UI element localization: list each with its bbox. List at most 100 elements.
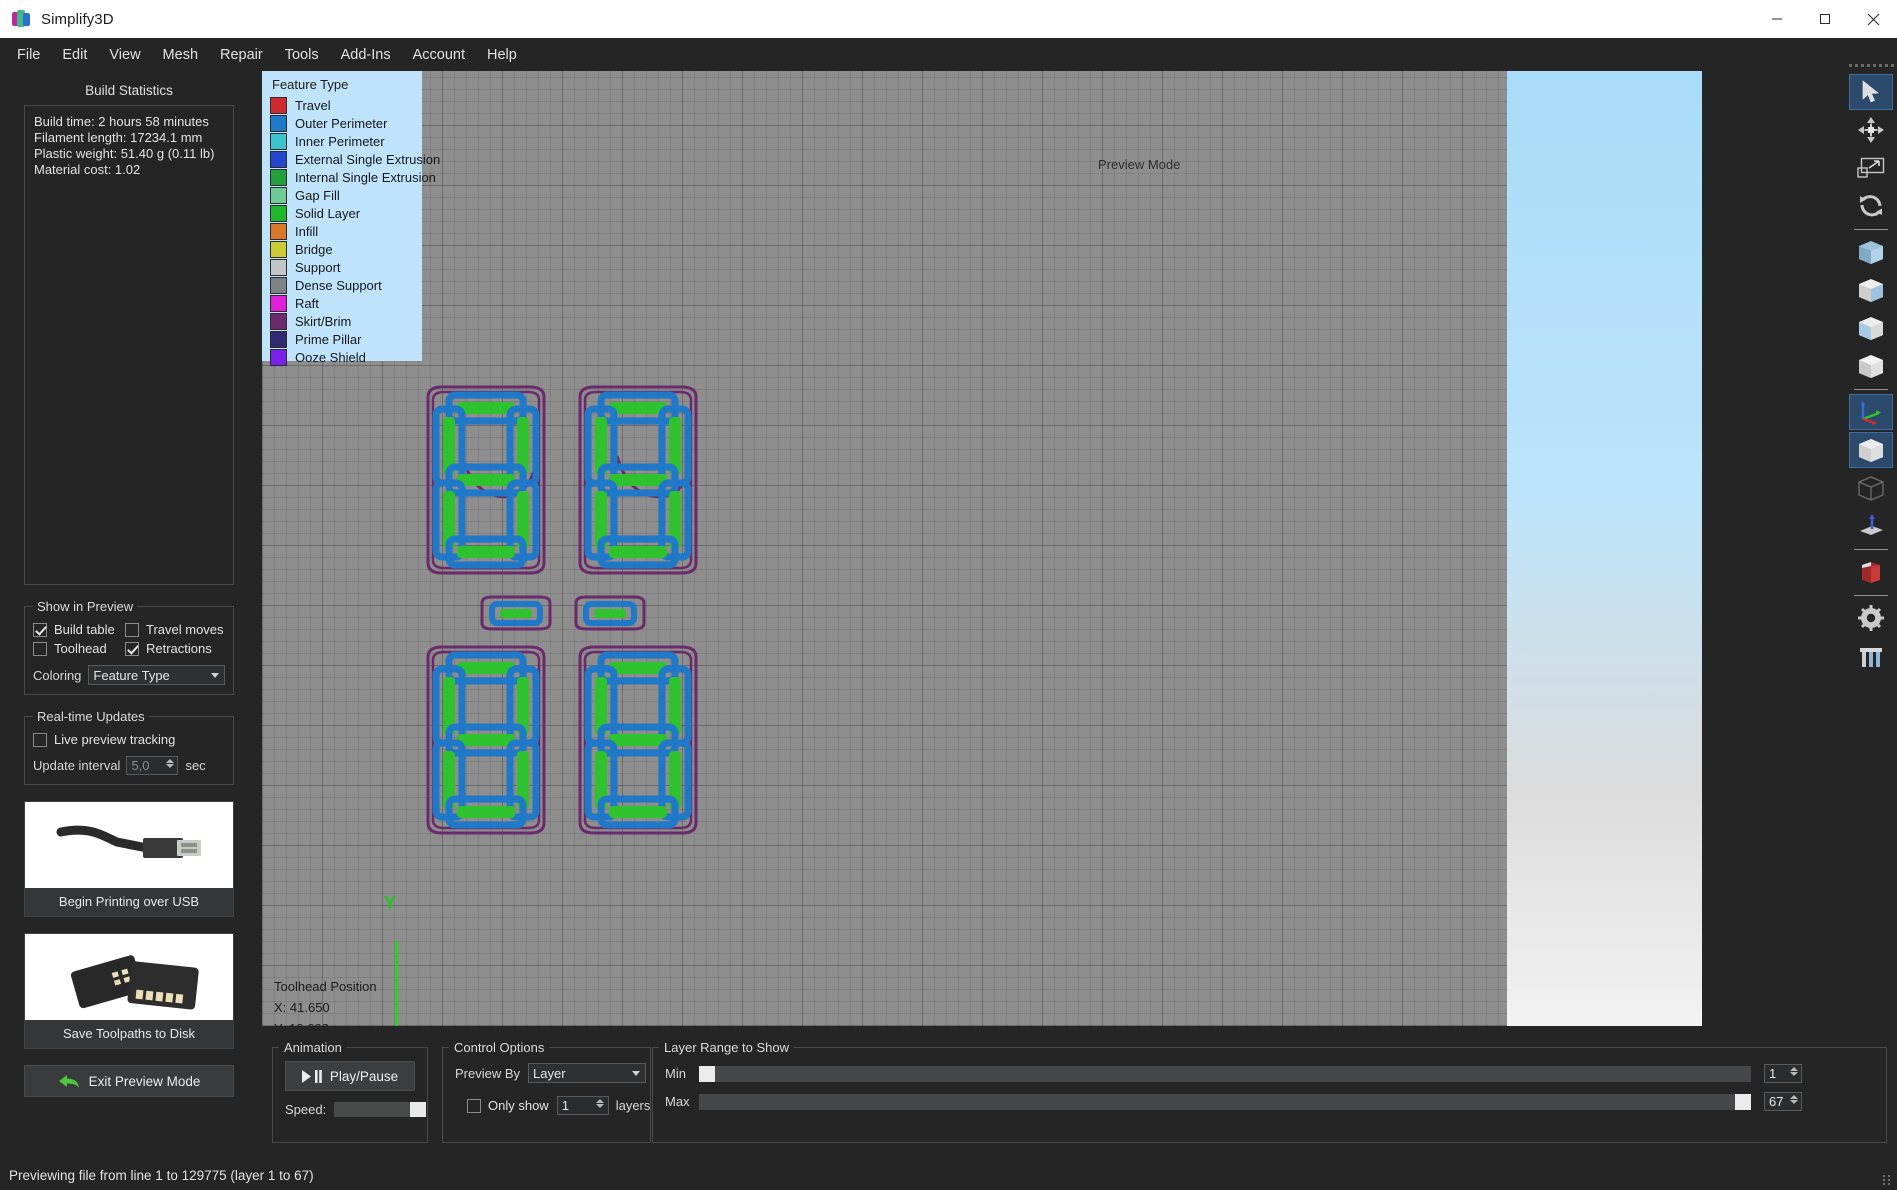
rotate-tool-button[interactable] [1849, 188, 1893, 224]
model-color-button[interactable] [1849, 554, 1893, 590]
chevron-down-icon [211, 673, 219, 678]
legend-item: Outer Perimeter [270, 114, 422, 132]
update-interval-value: 5,0 [131, 758, 150, 773]
legend-label: Skirt/Brim [295, 313, 352, 329]
exit-preview-mode-button[interactable]: Exit Preview Mode [24, 1065, 234, 1097]
checkbox-travel-moves[interactable]: Travel moves [125, 622, 224, 637]
view-left-button[interactable] [1849, 310, 1893, 346]
menu-repair[interactable]: Repair [209, 42, 274, 68]
build-statistics-box: Build time: 2 hours 58 minutes Filament … [24, 105, 234, 585]
stepper-arrows-icon[interactable] [165, 758, 174, 773]
begin-printing-over-usb-button[interactable]: Begin Printing over USB [24, 801, 234, 917]
gear-icon [1858, 605, 1884, 631]
legend-item: Skirt/Brim [270, 312, 422, 330]
play-pause-button[interactable]: Play/Pause [285, 1061, 415, 1091]
supports-tool-button[interactable] [1849, 638, 1893, 674]
menu-account[interactable]: Account [402, 42, 476, 68]
resize-grip[interactable] [1883, 1175, 1891, 1185]
pan-tool-button[interactable] [1849, 112, 1893, 148]
legend-label: Bridge [295, 241, 333, 257]
view-front-button[interactable] [1849, 234, 1893, 270]
layer-range-max-stepper[interactable]: 67 [1764, 1092, 1802, 1111]
legend-swatch [270, 348, 287, 366]
settings-gear-button[interactable] [1849, 600, 1893, 636]
status-text: Previewing file from line 1 to 129775 (l… [9, 1168, 314, 1183]
menu-view[interactable]: View [98, 42, 151, 68]
legend-item: Ooze Shield [270, 348, 422, 366]
stepper-arrows-icon[interactable] [596, 1098, 605, 1113]
toolhead-position-title: Toolhead Position [274, 979, 377, 994]
view-top-button[interactable] [1849, 432, 1893, 468]
menu-edit[interactable]: Edit [51, 42, 98, 68]
minimize-button[interactable] [1753, 0, 1801, 38]
legend-swatch [270, 168, 287, 186]
stepper-arrows-icon[interactable] [1789, 1094, 1798, 1109]
layer-range-max-label: Max [665, 1094, 690, 1109]
legend-item: Gap Fill [270, 186, 422, 204]
coloring-select[interactable]: Feature Type [88, 665, 225, 685]
cube-right-icon [1859, 355, 1883, 378]
update-interval-stepper[interactable]: 5,0 [126, 756, 179, 775]
menu-help[interactable]: Help [476, 42, 528, 68]
rotate-arrows-icon [1860, 195, 1882, 217]
legend-swatch [270, 276, 287, 294]
layer-range-min-slider[interactable] [699, 1065, 1751, 1082]
toolbar-separator [1854, 595, 1888, 596]
stepper-arrows-icon[interactable] [1789, 1066, 1798, 1081]
stat-material-cost: Material cost: 1.02 [34, 162, 141, 177]
menu-file[interactable]: File [6, 42, 51, 68]
legend-item: External Single Extrusion [270, 150, 440, 168]
legend-label: Inner Perimeter [295, 133, 385, 149]
layer-range-max-slider[interactable] [699, 1093, 1751, 1110]
build-table-checkbox-box[interactable] [33, 622, 47, 637]
legend-label: Prime Pillar [295, 331, 362, 347]
animation-group: Animation Play/Pause Speed: [272, 1040, 428, 1143]
travel-moves-checkbox-box[interactable] [125, 622, 139, 637]
preview-by-select[interactable]: Layer [528, 1063, 647, 1083]
checkbox-retractions[interactable]: Retractions [125, 641, 212, 656]
menu-add-ins[interactable]: Add-Ins [330, 42, 402, 68]
feature-type-legend-title: Feature Type [272, 77, 349, 92]
only-show-checkbox[interactable] [467, 1098, 481, 1113]
toolhead-checkbox-box[interactable] [33, 641, 47, 656]
menu-tools[interactable]: Tools [274, 42, 330, 68]
toolbar-separator [1854, 229, 1888, 230]
checkbox-build-table[interactable]: Build table [33, 622, 125, 637]
toolbar-grip[interactable] [1845, 58, 1897, 72]
preview-by-label: Preview By [455, 1065, 521, 1081]
only-show-layers-stepper[interactable]: 1 [556, 1096, 609, 1115]
speed-slider[interactable] [334, 1102, 427, 1117]
speed-slider-thumb[interactable] [410, 1102, 427, 1117]
legend-item: Solid Layer [270, 204, 422, 222]
legend-label: Dense Support [295, 277, 382, 293]
legend-item: Inner Perimeter [270, 132, 422, 150]
wireframe-view-button[interactable] [1849, 470, 1893, 506]
layer-range-min-label: Min [665, 1066, 686, 1081]
layer-range-group: Layer Range to Show Min 1 Max 67 [652, 1040, 1887, 1143]
toolbar-separator [1854, 389, 1888, 390]
update-interval-unit: sec [185, 758, 206, 773]
save-toolpaths-to-disk-button[interactable]: Save Toolpaths to Disk [24, 933, 234, 1049]
toolhead-position-readout: Toolhead Position X: 41.650 Y: 19.692 Z:… [274, 976, 377, 1026]
layer-range-min-thumb[interactable] [699, 1065, 715, 1082]
checkbox-toolhead[interactable]: Toolhead [33, 641, 125, 656]
play-pause-label: Play/Pause [329, 1068, 399, 1084]
coloring-select-value: Feature Type [93, 667, 170, 683]
retractions-checkbox-box[interactable] [125, 641, 139, 656]
zoom-region-tool-button[interactable] [1849, 150, 1893, 186]
select-tool-button[interactable] [1849, 74, 1893, 110]
layer-range-min-stepper[interactable]: 1 [1764, 1064, 1802, 1083]
close-button[interactable] [1849, 0, 1897, 38]
maximize-button[interactable] [1801, 0, 1849, 38]
live-preview-tracking-checkbox-box[interactable] [33, 732, 47, 747]
preview-viewport[interactable]: Preview Mode Y Toolhead Position X: 41.6… [262, 71, 1702, 1026]
layers-unit-label: layers [615, 1098, 651, 1113]
view-axes-button[interactable] [1849, 394, 1893, 430]
layer-range-max-thumb[interactable] [1735, 1093, 1751, 1110]
view-right-button[interactable] [1849, 348, 1893, 384]
legend-item: Prime Pillar [270, 330, 422, 348]
menu-mesh[interactable]: Mesh [152, 42, 209, 68]
cross-section-view-button[interactable] [1849, 508, 1893, 544]
checkbox-live-preview-tracking[interactable]: Live preview tracking [33, 732, 175, 747]
view-back-button[interactable] [1849, 272, 1893, 308]
